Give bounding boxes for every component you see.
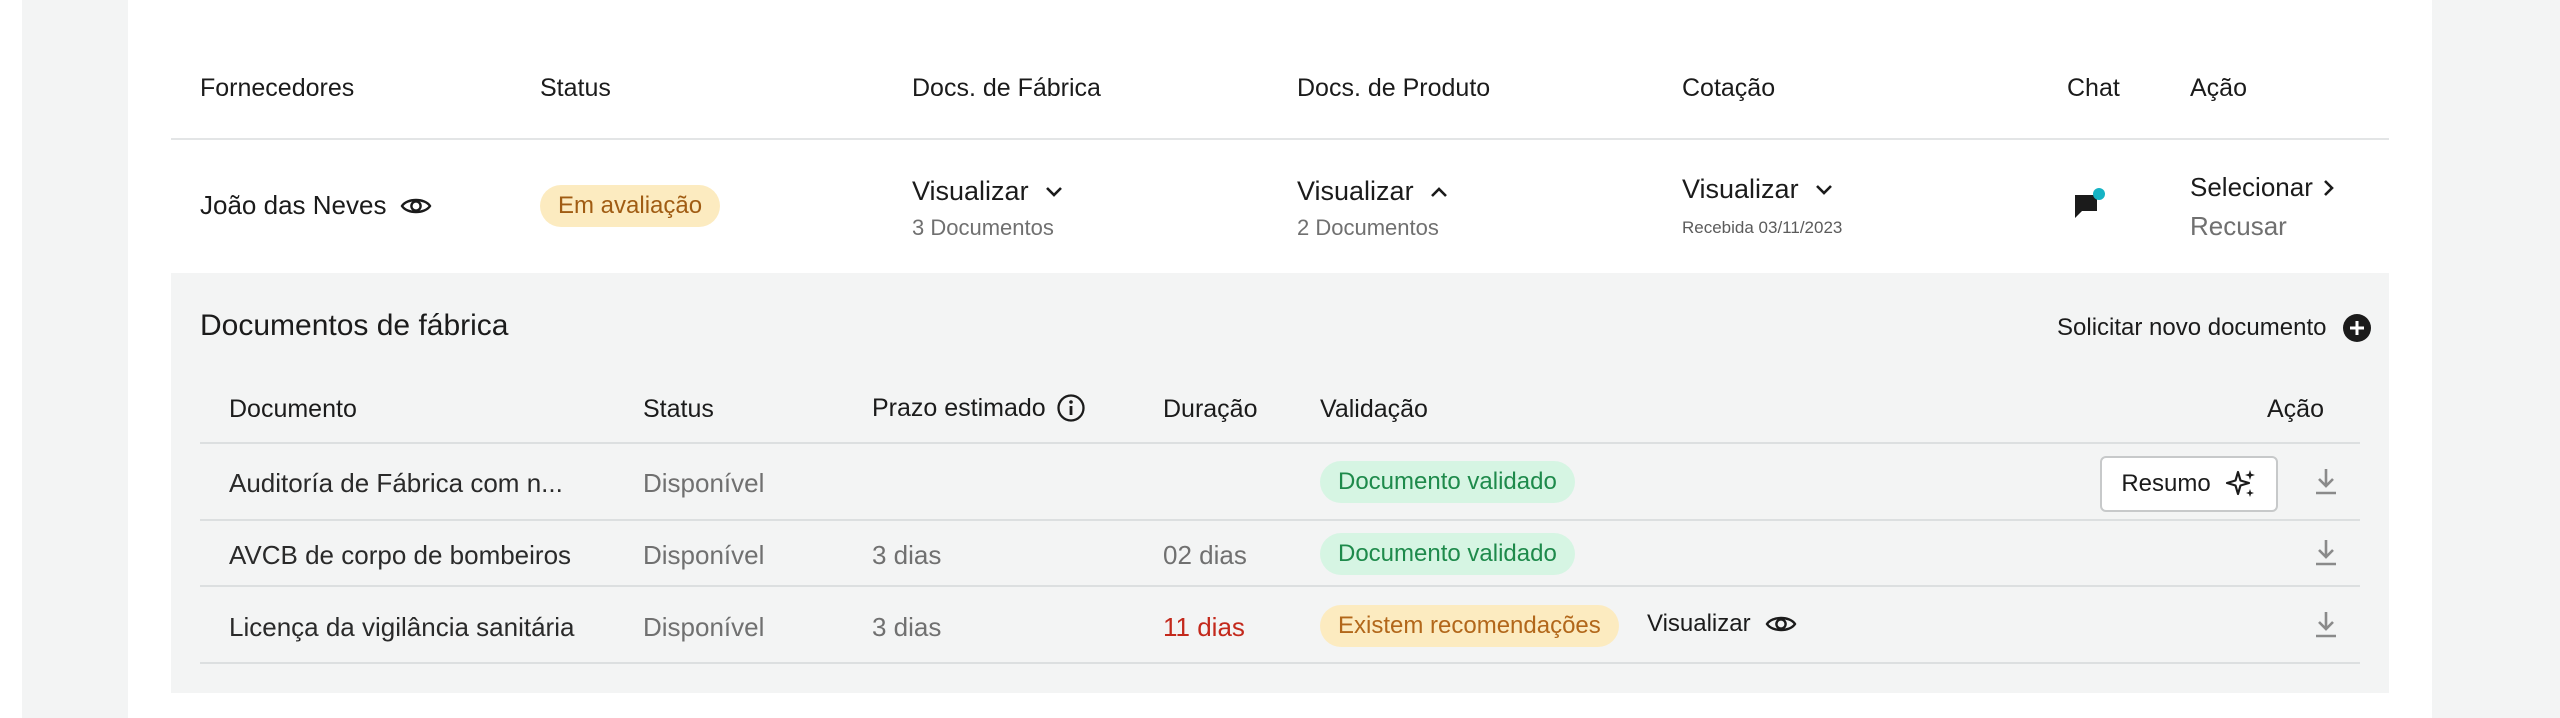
doc-row-divider-3 bbox=[200, 662, 2360, 664]
doc-col-header-prazo-label: Prazo estimado bbox=[872, 393, 1046, 422]
download-icon[interactable] bbox=[2312, 466, 2340, 503]
col-header-chat: Chat bbox=[2067, 74, 2120, 102]
request-document-button[interactable]: Solicitar novo documento bbox=[2057, 313, 2372, 343]
col-header-docs-fabrica: Docs. de Fábrica bbox=[912, 74, 1101, 102]
doc-row-3-status: Disponível bbox=[643, 612, 765, 642]
factory-docs-panel: Documentos de fábrica Solicitar novo doc… bbox=[171, 273, 2389, 693]
doc-row-2-validation-badge: Documento validado bbox=[1320, 533, 1575, 575]
download-icon[interactable] bbox=[2312, 609, 2340, 646]
page-gutter bbox=[0, 0, 22, 718]
col-header-docs-produto: Docs. de Produto bbox=[1297, 74, 1491, 102]
status-badge: Em avaliação bbox=[540, 185, 721, 227]
product-docs-count: 2 Documentos bbox=[1297, 215, 1439, 240]
doc-row-3-validation: Existem recomendações bbox=[1320, 605, 1619, 647]
suppliers-card: Fornecedores Status Docs. de Fábrica Doc… bbox=[128, 0, 2432, 718]
doc-row-3-visualizar-link[interactable]: Visualizar bbox=[1647, 610, 1797, 638]
doc-row-3-prazo: 3 dias bbox=[872, 612, 942, 642]
panel-title: Documentos de fábrica bbox=[200, 309, 509, 342]
quote-received-date: Recebida 03/11/2023 bbox=[1682, 218, 1843, 237]
doc-row-2-name: AVCB de corpo de bombeiros bbox=[229, 540, 572, 570]
status-badge-label: Em avaliação bbox=[540, 185, 721, 227]
sparkle-icon bbox=[2225, 468, 2257, 500]
resumo-button[interactable]: Resumo bbox=[2100, 456, 2278, 512]
doc-row-3-validation-badge: Existem recomendações bbox=[1320, 605, 1619, 647]
factory-docs-count: 3 Documentos bbox=[912, 215, 1054, 240]
eye-icon[interactable] bbox=[400, 195, 432, 217]
quote-dropdown[interactable]: Visualizar bbox=[1682, 174, 1833, 205]
doc-row-1-status: Disponível bbox=[643, 468, 765, 498]
col-header-cotacao: Cotação bbox=[1682, 74, 1776, 102]
request-document-label: Solicitar novo documento bbox=[2057, 314, 2327, 341]
info-icon[interactable] bbox=[1056, 393, 1086, 423]
doc-col-header-duracao: Duração bbox=[1163, 395, 1258, 423]
chevron-down-icon bbox=[1815, 184, 1833, 196]
doc-col-header-validacao: Validação bbox=[1320, 395, 1428, 423]
chat-unread-dot bbox=[2093, 188, 2105, 200]
supplier-cell: João das Neves bbox=[200, 190, 432, 221]
doc-col-header-status: Status bbox=[643, 395, 714, 423]
quote-link[interactable]: Visualizar bbox=[1682, 174, 1799, 205]
doc-row-2-status: Disponível bbox=[643, 540, 765, 570]
product-docs-link[interactable]: Visualizar bbox=[1297, 176, 1414, 207]
doc-col-header-prazo: Prazo estimado bbox=[872, 393, 1086, 423]
product-docs-dropdown[interactable]: Visualizar bbox=[1297, 176, 1448, 207]
chevron-down-icon bbox=[1045, 186, 1063, 198]
doc-header-divider bbox=[200, 442, 2360, 444]
doc-row-2-validation: Documento validado bbox=[1320, 533, 1575, 575]
select-action[interactable]: Selecionar bbox=[2190, 172, 2335, 203]
header-divider bbox=[171, 138, 2389, 140]
chevron-right-icon bbox=[2323, 179, 2335, 197]
doc-row-2-prazo: 3 dias bbox=[872, 540, 942, 570]
doc-row-1-validation-badge: Documento validado bbox=[1320, 461, 1575, 503]
resumo-label: Resumo bbox=[2121, 470, 2211, 497]
doc-row-divider-1 bbox=[200, 519, 2360, 521]
factory-docs-link[interactable]: Visualizar bbox=[912, 176, 1029, 207]
chevron-up-icon bbox=[1430, 186, 1448, 198]
col-header-status: Status bbox=[540, 74, 611, 102]
doc-row-3-name: Licença da vigilância sanitária bbox=[229, 612, 575, 642]
doc-row-3-visualizar-label: Visualizar bbox=[1647, 610, 1751, 637]
select-link[interactable]: Selecionar bbox=[2190, 172, 2313, 203]
supplier-name: João das Neves bbox=[200, 190, 387, 220]
chat-button[interactable] bbox=[2072, 188, 2108, 224]
eye-icon bbox=[1765, 613, 1797, 635]
download-icon[interactable] bbox=[2312, 537, 2340, 574]
doc-row-2-duracao: 02 dias bbox=[1163, 540, 1247, 570]
col-header-fornecedores: Fornecedores bbox=[200, 74, 355, 102]
plus-circle-icon bbox=[2342, 313, 2372, 343]
doc-row-1-validation: Documento validado bbox=[1320, 461, 1575, 503]
col-header-acao: Ação bbox=[2190, 74, 2247, 102]
doc-row-1-name: Auditoría de Fábrica com n... bbox=[229, 468, 563, 498]
doc-row-divider-2 bbox=[200, 585, 2360, 587]
factory-docs-dropdown[interactable]: Visualizar bbox=[912, 176, 1063, 207]
doc-col-header-documento: Documento bbox=[229, 395, 357, 423]
doc-row-3-duracao: 11 dias bbox=[1163, 612, 1245, 642]
reject-link[interactable]: Recusar bbox=[2190, 211, 2287, 242]
doc-col-header-acao: Ação bbox=[2267, 395, 2324, 423]
